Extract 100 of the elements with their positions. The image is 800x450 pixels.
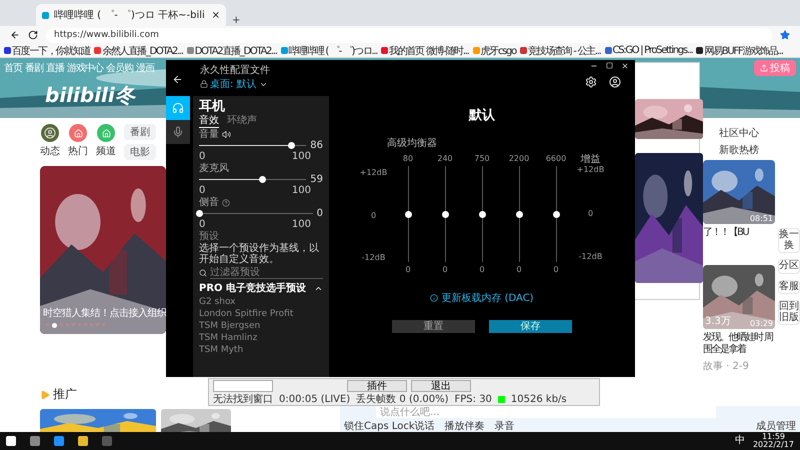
recorder-button[interactable]: 退出 [411, 380, 471, 392]
band-value: 0 [442, 265, 448, 274]
chat-input[interactable]: 说点什么吧... [376, 406, 716, 418]
preset-item[interactable]: TSM Bjergsen [199, 321, 323, 332]
panel-tab[interactable]: 音效 [199, 115, 219, 128]
ime-indicator[interactable]: 中 [734, 436, 745, 446]
gain-label: 增益 [580, 154, 600, 165]
start-icon[interactable] [6, 436, 16, 446]
scale-label: 0 [370, 210, 376, 220]
info-icon [430, 294, 438, 302]
side-button[interactable]: 换一换 [778, 228, 800, 253]
band-value: 0 [553, 265, 559, 274]
browser-tab[interactable]: 哔哩哔哩 ( ゜- ゜)つロ 干杯~-bili × [36, 4, 226, 26]
bookmark[interactable]: 竞技场查询 - 公主... [520, 44, 601, 57]
slider-label: 麦克风 [199, 163, 229, 174]
scale-label: -12dB [362, 253, 386, 262]
carousel-dot[interactable] [46, 323, 49, 326]
search-field[interactable]: 过滤器预设 [210, 267, 323, 279]
chat-tool[interactable]: 播放伴奏 [444, 419, 485, 432]
chat-tool[interactable]: 录音 [494, 419, 515, 432]
bookmark[interactable]: 百度一下，你就知道 [4, 44, 90, 57]
band-value: 0 [405, 265, 411, 274]
slider-min: 0 [199, 151, 206, 162]
category-pill[interactable]: 番剧 [124, 124, 156, 140]
taskbar-icon[interactable] [78, 436, 88, 446]
carousel-dot[interactable] [78, 323, 81, 326]
bookmark[interactable]: 哔哩哔哩 ( ゜- ゜)つロ... [280, 44, 378, 57]
band-value: 0 [479, 265, 485, 274]
bookmark[interactable]: 网易BUFF游戏饰品... [696, 44, 783, 57]
carousel-dot[interactable] [52, 323, 57, 328]
bitrate-text: 10526 kb/s [510, 394, 567, 404]
preset-item[interactable]: TSM Myth [199, 345, 323, 356]
status-text: 丢失帧数 0 (0.00%) [356, 394, 449, 404]
side-button[interactable]: 分区 [778, 259, 800, 274]
slider-max: 100 [292, 185, 311, 196]
reload-icon[interactable] [28, 30, 38, 40]
site-link[interactable]: 新歌热榜 [703, 143, 759, 157]
speaker-icon [222, 130, 231, 139]
carousel-dot[interactable] [66, 323, 69, 326]
video-duration: 08:51 [750, 214, 773, 223]
carousel-dot[interactable] [84, 323, 87, 326]
address-field[interactable]: https://www.bilibili.com [46, 28, 772, 42]
house-icon [74, 128, 82, 138]
preset-item[interactable]: G2 shox [199, 297, 323, 308]
equalizer-label: 高级均衡器 [387, 136, 437, 150]
chat-tool[interactable]: 锁住Caps Lock说话 [344, 419, 435, 432]
shortcut[interactable]: 热门 [68, 124, 88, 158]
microphone-icon [172, 126, 184, 138]
taskbar-icon[interactable] [30, 436, 40, 446]
member-button[interactable]: 成员管理 [756, 419, 796, 432]
slider-value: 59 [310, 174, 323, 185]
preset-item[interactable]: TSM Hamlinz [199, 333, 323, 344]
megaphone-icon [40, 390, 50, 400]
bookmark[interactable]: 我的首页 微博-随时... [381, 44, 469, 57]
new-tab-button[interactable]: + [232, 15, 240, 26]
carousel-dot[interactable] [90, 323, 93, 326]
dac-link[interactable]: 更新板载内存 (DAC) [424, 290, 540, 306]
preset-group[interactable]: PRO 电子竞技选手预设 [199, 281, 323, 296]
clock-date: 2022/2/17 [752, 441, 794, 449]
scale-label: -12dB [578, 252, 602, 261]
scale-label: +12dB [576, 165, 604, 174]
carousel-dot[interactable] [96, 323, 99, 326]
band-frequency: 80 [402, 154, 414, 163]
preset-hint: 选择一个预设作为基线，以开始自定义音效。 [199, 243, 320, 265]
status-text: FPS: 30 [454, 394, 492, 404]
panel-tab[interactable]: 环绕声 [227, 115, 257, 128]
browser-icon[interactable] [54, 436, 64, 446]
side-button[interactable]: 回到旧版 [778, 300, 800, 325]
search-icon [199, 269, 207, 277]
slider-max: 100 [292, 219, 311, 230]
bookmark[interactable]: DOTA2直播_DOTA2... [186, 44, 277, 57]
status-text: 0:00:05 (LIVE) [279, 394, 350, 404]
video-title[interactable]: 发现。他晒娃时 周围全是拿着 [703, 332, 775, 356]
eq-button[interactable]: 保存 [489, 320, 572, 333]
slider-max: 100 [292, 151, 311, 162]
site-link[interactable]: 社区中心 [703, 126, 759, 140]
shortcut[interactable]: 频道 [96, 124, 116, 158]
bookmark[interactable]: CS:GO | ProSettings... [604, 45, 692, 56]
video-title[interactable]: 了！！【BU [703, 227, 775, 239]
carousel-dot[interactable] [102, 323, 105, 326]
source-list [213, 380, 273, 392]
status-text: 无法找到窗口 [213, 394, 273, 404]
category-pill[interactable]: 电影 [124, 144, 156, 160]
preset-item[interactable]: London Spitfire Profit [199, 309, 323, 320]
band-frequency: 750 [474, 154, 490, 163]
eq-button[interactable]: 重置 [392, 320, 475, 333]
carousel-dot[interactable] [60, 323, 63, 326]
recorder-button[interactable]: 插件 [347, 380, 407, 392]
bookmark[interactable]: 虎牙csgo [472, 44, 516, 57]
bookmark[interactable]: 余然人直播_DOTA2... [94, 44, 183, 57]
band-frequency: 6600 [546, 154, 566, 163]
shortcut[interactable]: 动态 [40, 124, 60, 158]
carousel-dot[interactable] [72, 323, 75, 326]
star-icon[interactable] [780, 30, 790, 40]
band-value: 0 [516, 265, 522, 274]
side-button[interactable]: 客服 [778, 280, 800, 294]
house-icon [102, 128, 110, 138]
slider-label: 音量 [199, 129, 219, 140]
back-icon[interactable] [10, 30, 20, 40]
device-tab[interactable] [166, 120, 190, 144]
